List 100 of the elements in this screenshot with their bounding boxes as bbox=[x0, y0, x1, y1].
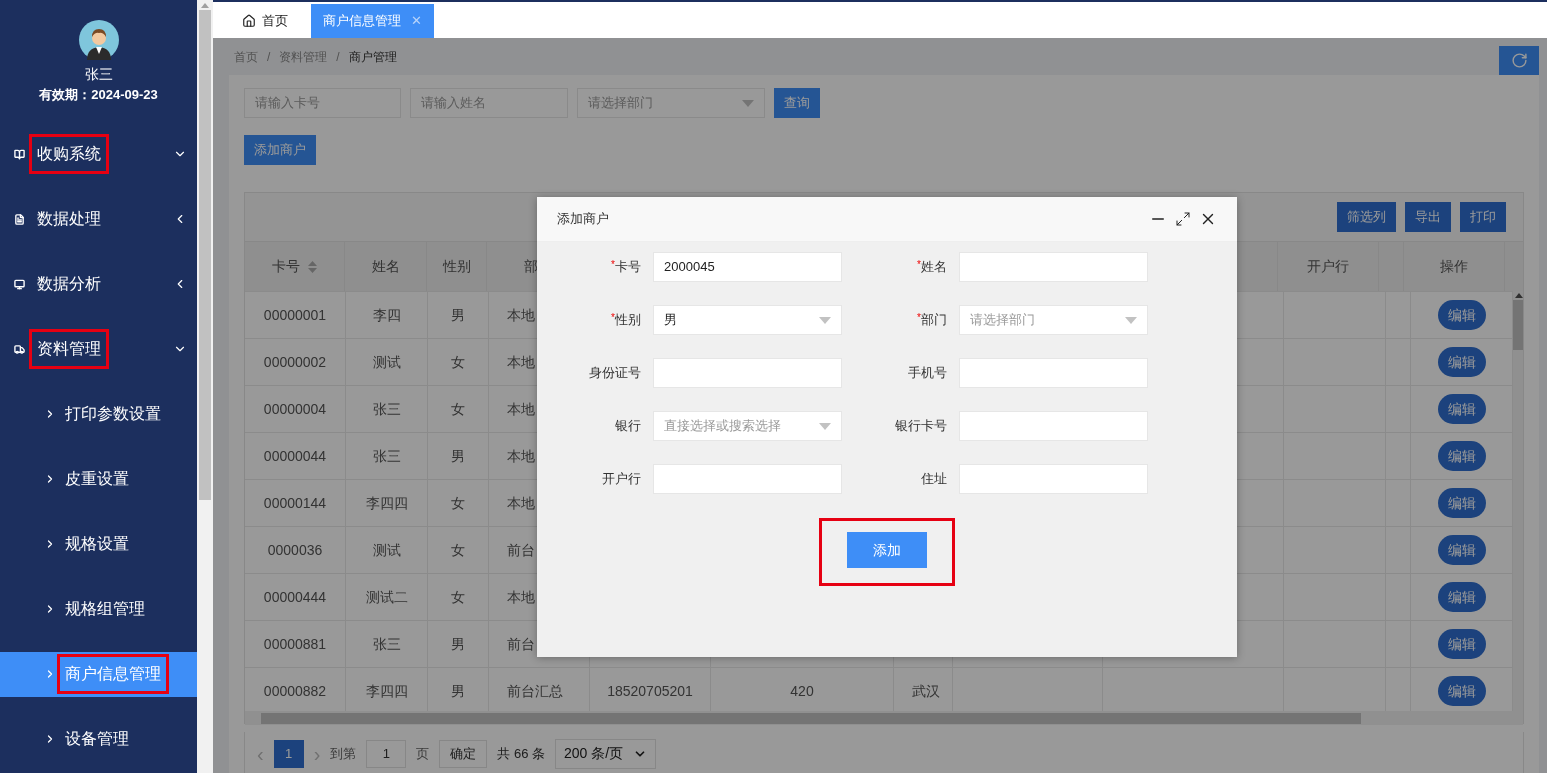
scrollbar[interactable] bbox=[245, 711, 1523, 725]
nav-label: 数据处理 bbox=[37, 209, 101, 229]
field-label: 银行卡号 bbox=[894, 417, 948, 436]
breadcrumb-item[interactable]: 首页 bbox=[234, 47, 258, 66]
nav-subitem[interactable]: 设备管理 bbox=[0, 716, 197, 762]
book-icon bbox=[14, 148, 25, 160]
edit-button[interactable]: 编辑 bbox=[1437, 582, 1486, 612]
page-input[interactable]: 1 bbox=[366, 739, 407, 768]
input-field[interactable]: 2000045 bbox=[653, 252, 842, 282]
field-label: 开户行 bbox=[601, 470, 642, 489]
table-cell-text: 00000882 bbox=[263, 681, 327, 701]
nav-item[interactable]: 收购系统 bbox=[0, 131, 197, 177]
goto-label: 到第 bbox=[330, 744, 357, 763]
scrollbar[interactable] bbox=[197, 0, 213, 773]
caret-icon bbox=[819, 422, 831, 430]
scroll-up-icon[interactable] bbox=[201, 3, 209, 8]
table-cell-text: 女 bbox=[451, 399, 465, 419]
edit-button[interactable]: 编辑 bbox=[1437, 394, 1486, 424]
nav-label: 资料管理 bbox=[37, 337, 101, 361]
home-icon bbox=[242, 14, 256, 28]
scroll-thumb[interactable] bbox=[261, 712, 1361, 724]
column-header: 部 bbox=[524, 257, 539, 276]
input-field[interactable] bbox=[653, 358, 842, 388]
table-cell-text: 李四 bbox=[372, 305, 401, 325]
toolbar-button[interactable]: 打印 bbox=[1460, 202, 1506, 232]
nav-subitem[interactable]: 商户信息管理 bbox=[0, 651, 197, 697]
nav-subitem[interactable]: 规格组管理 bbox=[0, 586, 197, 632]
input-field[interactable] bbox=[959, 358, 1148, 388]
input-field[interactable] bbox=[959, 411, 1148, 441]
table-cell-text: 本地 bbox=[507, 352, 535, 372]
field-label: 住址 bbox=[920, 470, 948, 489]
edit-button[interactable]: 编辑 bbox=[1437, 488, 1486, 518]
breadcrumb-item: 商户管理 bbox=[348, 48, 397, 66]
scroll-thumb[interactable] bbox=[199, 10, 211, 500]
monitor-icon bbox=[14, 278, 25, 290]
nav-subitem[interactable]: 规格设置 bbox=[0, 521, 197, 567]
table-cell-text: 张三 bbox=[372, 446, 401, 466]
table-cell-text: 00000144 bbox=[263, 493, 327, 513]
edit-button[interactable]: 编辑 bbox=[1437, 676, 1486, 706]
edit-button[interactable]: 编辑 bbox=[1437, 629, 1486, 659]
maximize-icon[interactable] bbox=[1175, 211, 1191, 227]
truck-icon bbox=[14, 343, 25, 355]
input-field[interactable] bbox=[959, 464, 1148, 494]
edit-button[interactable]: 编辑 bbox=[1437, 347, 1486, 377]
select-field[interactable]: 请选择部门 bbox=[959, 305, 1148, 335]
input-field[interactable] bbox=[959, 252, 1148, 282]
breadcrumb-item[interactable]: 资料管理 bbox=[279, 47, 328, 66]
nav-subitem[interactable]: 皮重设置 bbox=[0, 456, 197, 502]
caret-icon bbox=[742, 99, 754, 107]
page-number[interactable]: 1 bbox=[273, 739, 304, 768]
close-icon[interactable]: ✕ bbox=[411, 11, 422, 31]
nav-item[interactable]: 数据分析 bbox=[0, 261, 197, 307]
breadcrumb-separator: / bbox=[267, 48, 271, 66]
column-header: 操作 bbox=[1439, 257, 1468, 276]
field-label: *性别 bbox=[610, 311, 642, 330]
tab[interactable]: 首页 bbox=[230, 4, 300, 38]
table-cell-text: 女 bbox=[451, 352, 465, 372]
table-cell-text: 前台汇总 bbox=[507, 681, 563, 701]
nav-item[interactable]: 资料管理 bbox=[0, 326, 197, 372]
sort-icon[interactable] bbox=[308, 260, 318, 273]
table-cell-text: 测试 bbox=[372, 352, 401, 372]
scroll-thumb[interactable] bbox=[1513, 300, 1523, 350]
user-name: 张三 bbox=[84, 65, 113, 84]
page-unit: 页 bbox=[416, 744, 430, 763]
table-cell-text: 李四四 bbox=[365, 681, 408, 701]
add-button[interactable]: 添加 bbox=[847, 532, 927, 568]
field-label: *姓名 bbox=[916, 258, 948, 277]
toolbar-button[interactable]: 筛选列 bbox=[1337, 202, 1396, 232]
input-field[interactable] bbox=[653, 464, 842, 494]
tab[interactable]: 商户信息管理 ✕ bbox=[311, 4, 434, 38]
add-merchant-button[interactable]: 添加商户 bbox=[244, 135, 316, 165]
field-label: *部门 bbox=[916, 311, 948, 330]
nav-subitem[interactable]: 打印参数设置 bbox=[0, 391, 197, 437]
table-cell-text: 420 bbox=[790, 681, 814, 701]
search-button[interactable]: 查询 bbox=[774, 88, 820, 118]
nav-label: 规格组管理 bbox=[65, 599, 145, 619]
table-cell-text: 本地 bbox=[507, 399, 535, 419]
table-cell-text: 李四四 bbox=[365, 493, 408, 513]
table-cell-text: 武汉 bbox=[912, 681, 940, 701]
nav-label: 设备管理 bbox=[65, 729, 129, 749]
page-size-select[interactable]: 200 条/页 bbox=[555, 738, 657, 769]
table-cell-text: 男 bbox=[451, 305, 465, 325]
scroll-up-icon[interactable] bbox=[1515, 293, 1523, 298]
field-label: 手机号 bbox=[907, 364, 948, 383]
table-cell-text: 本地 bbox=[507, 446, 535, 466]
edit-button[interactable]: 编辑 bbox=[1437, 300, 1486, 330]
column-header: 姓名 bbox=[371, 257, 400, 276]
table-cell-text: 0000036 bbox=[267, 540, 323, 560]
nav-item[interactable]: 数据处理 bbox=[0, 196, 197, 242]
confirm-button[interactable]: 确定 bbox=[439, 739, 488, 768]
select-field[interactable]: 男 bbox=[653, 305, 842, 335]
select-field[interactable]: 直接选择或搜索选择 bbox=[653, 411, 842, 441]
nav-label: 收购系统 bbox=[37, 142, 101, 166]
edit-button[interactable]: 编辑 bbox=[1437, 441, 1486, 471]
table-cell-text: 张三 bbox=[372, 634, 401, 654]
table-cell-text: 张三 bbox=[372, 399, 401, 419]
edit-button[interactable]: 编辑 bbox=[1437, 535, 1486, 565]
total-count: 共 66 条 bbox=[497, 744, 546, 763]
refresh-button[interactable] bbox=[1499, 45, 1539, 76]
toolbar-button[interactable]: 导出 bbox=[1405, 202, 1451, 232]
